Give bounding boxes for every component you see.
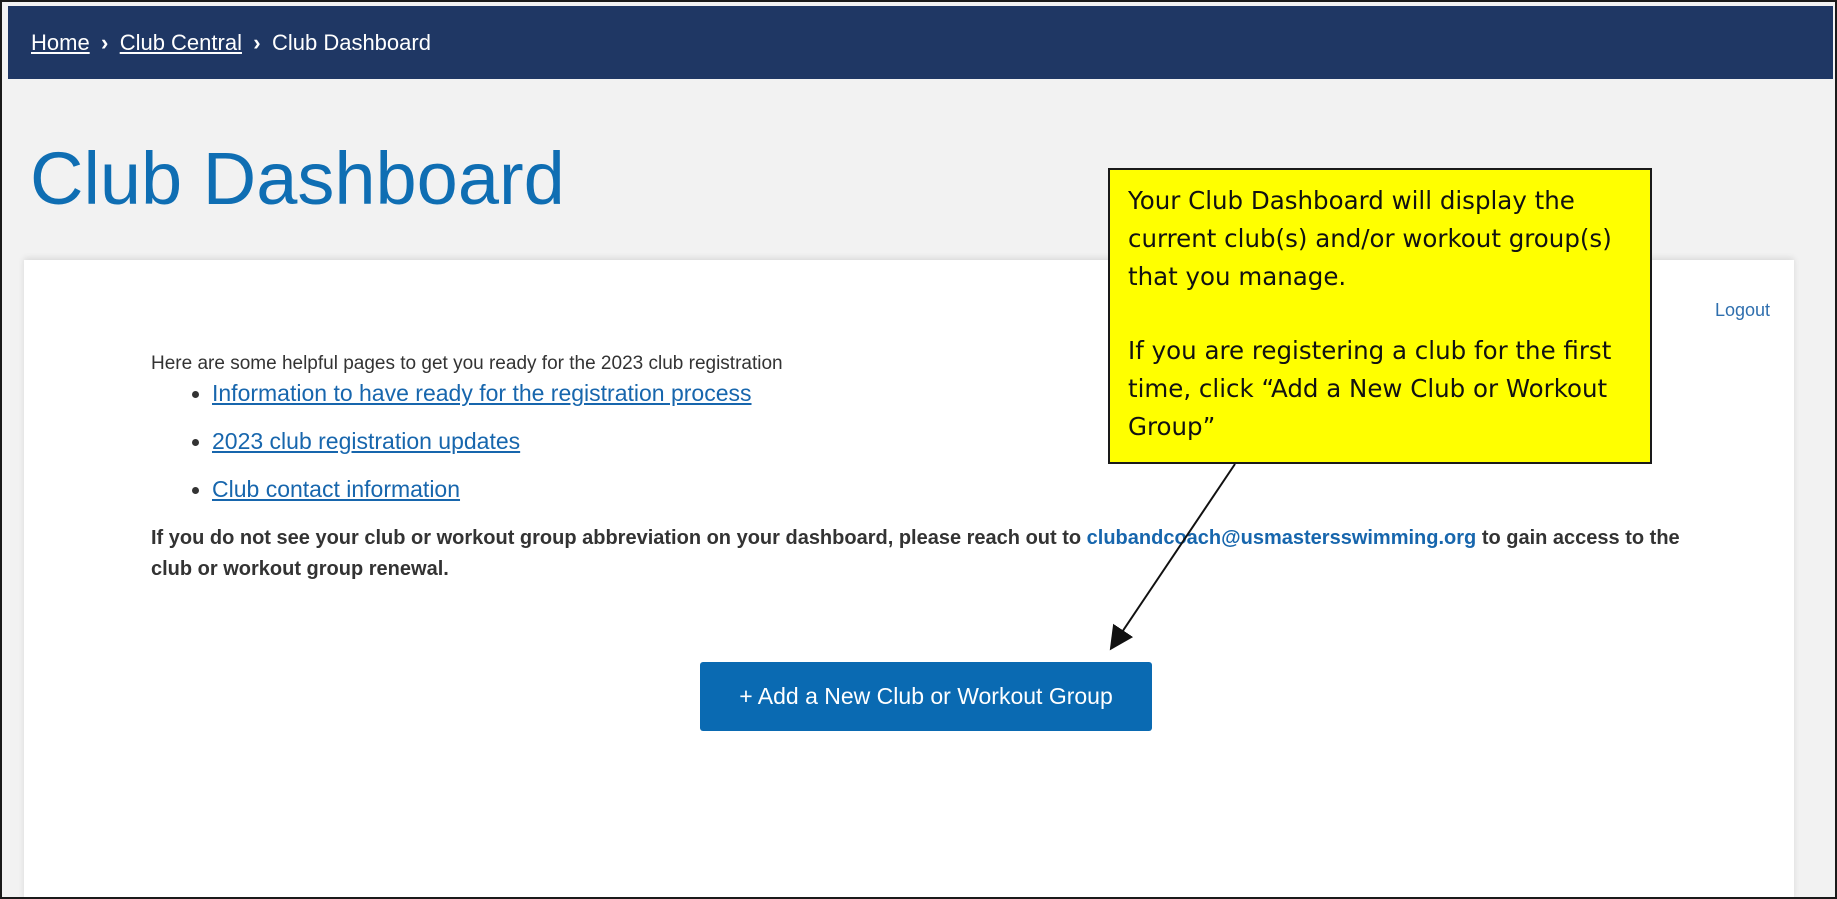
annotation-callout: Your Club Dashboard will display the cur… [1108,168,1652,464]
breadcrumb-club-central-link[interactable]: Club Central [120,30,242,56]
list-item: Club contact information [192,475,1721,503]
callout-paragraph-1: Your Club Dashboard will display the cur… [1128,186,1612,291]
club-contact-link[interactable]: Club contact information [212,476,460,502]
breadcrumb-current: Club Dashboard [271,29,431,55]
breadcrumb-home-link[interactable]: Home [31,30,90,56]
registration-info-link[interactable]: Information to have ready for the regist… [212,380,752,406]
registration-updates-link[interactable]: 2023 club registration updates [212,428,520,454]
callout-paragraph-2: If you are registering a club for the fi… [1128,336,1612,441]
add-new-club-button[interactable]: + Add a New Club or Workout Group [700,662,1152,731]
screenshot-frame: Home › Club Central › Club Dashboard Clu… [0,0,1837,899]
support-email-link[interactable]: clubandcoach@usmastersswimming.org [1087,527,1477,549]
access-notice: If you do not see your club or workout g… [151,523,1721,585]
top-nav-bar: Home › Club Central › Club Dashboard [8,6,1833,79]
logout-link[interactable]: Logout [1715,300,1770,321]
breadcrumb: Home › Club Central › Club Dashboard [31,30,431,56]
page-title: Club Dashboard [30,137,565,220]
notice-text-before: If you do not see your club or workout g… [151,527,1087,549]
chevron-right-icon: › [253,29,261,55]
chevron-right-icon: › [101,29,109,55]
